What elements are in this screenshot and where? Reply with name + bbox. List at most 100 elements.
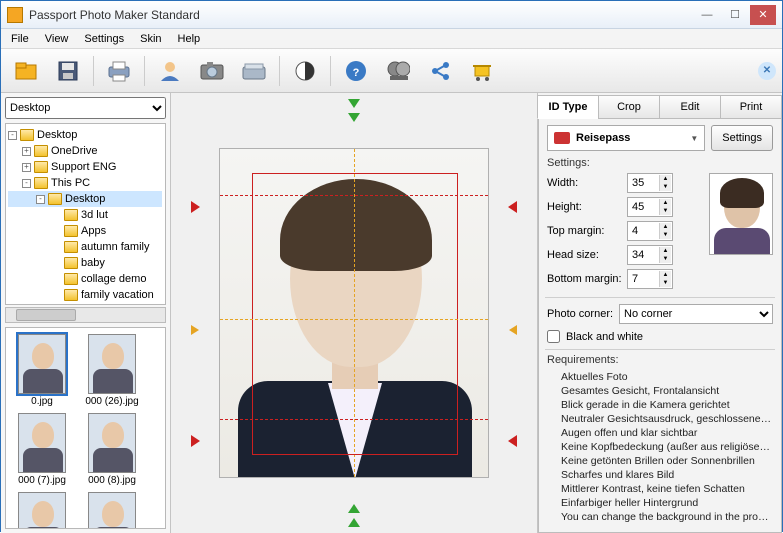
thumbnail-item[interactable]: 0.jpg [12,334,72,407]
tree-node[interactable]: 3d lut [8,207,162,223]
bottommargin-value: 7 [632,273,638,285]
spin-up-icon[interactable]: ▲ [659,199,671,207]
tree-node[interactable]: baby [8,255,162,271]
eye-right-icon[interactable] [509,325,517,335]
tree-label: OneDrive [51,143,97,159]
share-button[interactable] [421,54,459,88]
tree-node[interactable]: + OneDrive [8,143,162,159]
spin-up-icon[interactable]: ▲ [659,271,671,279]
ref-photo-preview [709,173,773,255]
eye-left-icon[interactable] [191,325,199,335]
crop-botright-icon[interactable] [508,435,517,447]
headsize-spinner[interactable]: 34 ▲▼ [627,245,673,265]
spin-up-icon[interactable]: ▲ [659,223,671,231]
tree-toggle-icon[interactable]: + [22,147,31,156]
bottom-guide [220,419,488,420]
spin-down-icon[interactable]: ▼ [659,207,671,215]
doc-settings-button[interactable]: Settings [711,125,773,151]
height-value: 45 [632,201,644,213]
levels-button[interactable] [286,54,324,88]
folder-tree[interactable]: -Desktop+OneDrive+Support ENG-This PC-De… [5,123,166,305]
bottom-inner-handle-icon[interactable] [348,504,360,513]
right-panel: ID TypeCropEditPrint Reisepass ▼ Setting… [537,93,782,533]
top-inner-handle-icon[interactable] [348,113,360,122]
thumbnail-item[interactable]: photo (58).jpg [82,492,142,529]
topmargin-spinner[interactable]: 4▲▼ [627,221,673,241]
thumbnail-item[interactable]: 000 (8).jpg [82,413,142,486]
tab-print[interactable]: Print [720,95,782,119]
left-panel: Desktop -Desktop + OneDrive+Support ENG-Th… [1,93,171,533]
requirement-item: Neutraler Gesichtsausdruck, geschlossene… [561,412,773,426]
tree-label: Apps [81,223,106,239]
tab-crop[interactable]: Crop [598,95,660,119]
spin-down-icon[interactable]: ▼ [659,183,671,191]
requirement-item: Augen offen und klar sichtbar [561,426,773,440]
tree-toggle-icon[interactable]: - [8,131,17,140]
movie-button[interactable] [379,54,417,88]
bottommargin-spinner[interactable]: 7 ▲▼ [627,269,673,289]
app-logo-icon [7,7,23,23]
requirements-list: Aktuelles FotoGesamtes Gesicht, Frontala… [561,370,773,524]
maximize-button[interactable]: ☐ [722,5,748,25]
tree-node[interactable]: Apps [8,223,162,239]
tab-edit[interactable]: Edit [659,95,721,119]
tree-node[interactable]: +Support ENG [8,159,162,175]
spin-up-icon[interactable]: ▲ [659,175,671,183]
spin-down-icon[interactable]: ▼ [659,255,671,263]
tree-toggle-icon[interactable]: - [36,195,45,204]
headsize-value: 34 [632,249,644,261]
thumbnail-grid[interactable]: 0.jpg000 (26).jpg000 (7).jpg000 (8).jpg 0… [5,327,166,529]
spin-down-icon[interactable]: ▼ [659,231,671,239]
open-button[interactable] [7,54,45,88]
bw-checkbox[interactable] [547,330,560,343]
menu-settings[interactable]: Settings [76,31,132,47]
tree-node[interactable]: family vacation [8,287,162,303]
tree-node[interactable]: -Desktop [8,127,162,143]
tree-scrollbar[interactable] [5,307,166,323]
folder-icon [64,257,78,269]
menu-file[interactable]: File [3,31,37,47]
tree-toggle-icon[interactable]: - [22,179,31,188]
location-select[interactable]: Desktop [5,97,166,119]
save-button[interactable] [49,54,87,88]
crop-topleft-icon[interactable] [191,201,200,213]
photo-canvas[interactable] [219,148,489,478]
menu-skin[interactable]: Skin [132,31,169,47]
corner-label: Photo corner: [547,308,613,320]
doc-type-select[interactable]: Reisepass ▼ [547,125,705,151]
crop-topright-icon[interactable] [508,201,517,213]
tree-node[interactable]: autumn family [8,239,162,255]
bottom-handle-icon[interactable] [348,518,360,527]
preview-area [171,93,537,533]
menu-help[interactable]: Help [170,31,209,47]
corner-select[interactable]: No corner [619,304,773,324]
scanner-button[interactable] [235,54,273,88]
panel-close-icon[interactable]: ✕ [758,62,776,80]
help-button[interactable]: ? [337,54,375,88]
menu-view[interactable]: View [37,31,77,47]
height-spinner[interactable]: 45 ▲▼ [627,197,673,217]
user-button[interactable] [151,54,189,88]
print-button[interactable] [100,54,138,88]
tree-toggle-icon[interactable]: + [22,163,31,172]
thumbnail-item[interactable]: 000 (7).jpg [12,413,72,486]
tree-label: family vacation [81,287,154,303]
tab-id-type[interactable]: ID Type [537,95,599,119]
close-button[interactable]: ✕ [750,5,776,25]
thumbnail-item[interactable]: 01.jpg [12,492,72,529]
minimize-button[interactable]: — [694,5,720,25]
crop-rectangle[interactable] [252,173,458,455]
thumbnail-item[interactable]: 000 (26).jpg [82,334,142,407]
cart-button[interactable] [463,54,501,88]
tree-label: 3d lut [81,207,108,223]
spin-down-icon[interactable]: ▼ [659,279,671,287]
width-spinner[interactable]: 35▲▼ [627,173,673,193]
tree-node[interactable]: -This PC [8,175,162,191]
tree-node[interactable]: -Desktop [8,191,162,207]
camera-button[interactable] [193,54,231,88]
tab-bar: ID TypeCropEditPrint [538,95,782,119]
top-handle-icon[interactable] [348,99,360,108]
crop-botleft-icon[interactable] [191,435,200,447]
tree-node[interactable]: collage demo [8,271,162,287]
spin-up-icon[interactable]: ▲ [659,247,671,255]
